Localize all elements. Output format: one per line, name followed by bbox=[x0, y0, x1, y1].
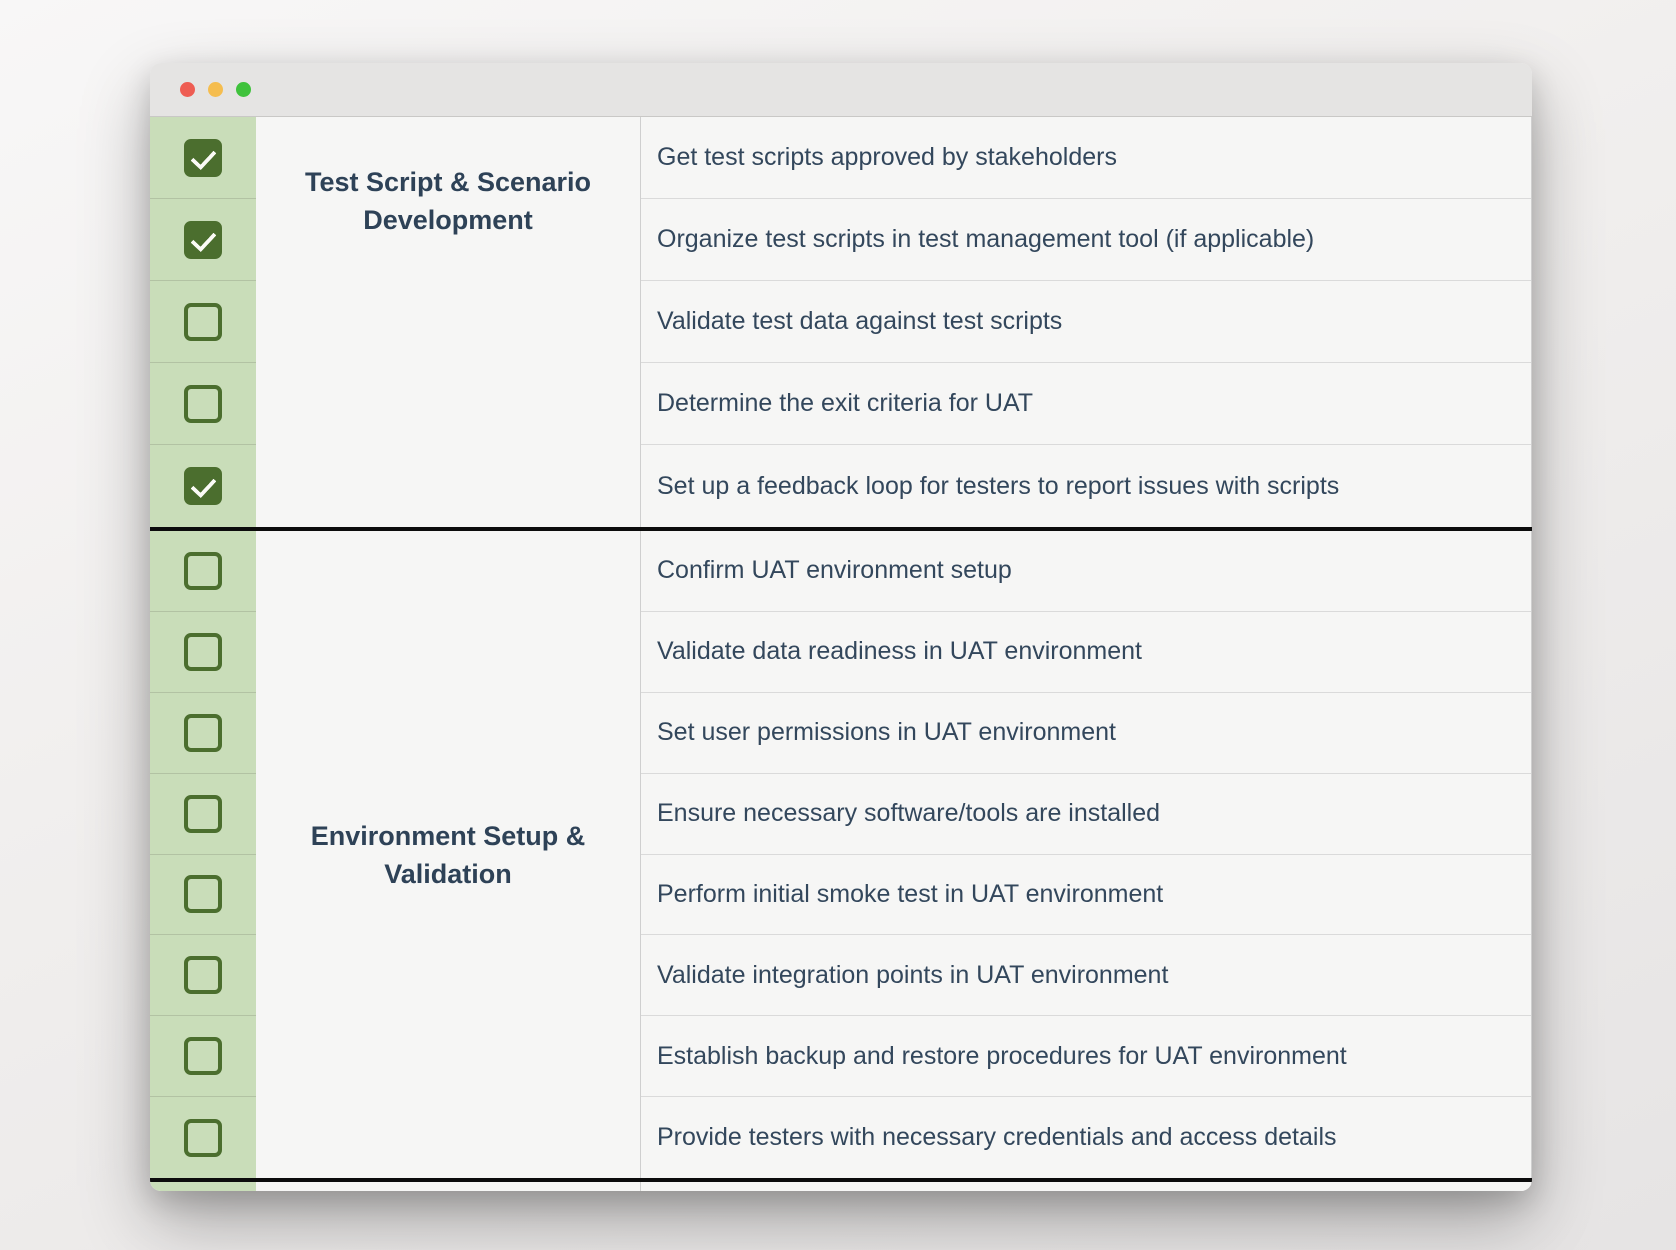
checklist-section-test-script: Test Script & Scenario Development Get t… bbox=[150, 117, 1532, 531]
task-label: Perform initial smoke test in UAT enviro… bbox=[657, 880, 1163, 909]
category-label: Test Script & Scenario Development bbox=[274, 163, 622, 239]
task-row: Validate data readiness in UAT environme… bbox=[641, 612, 1531, 693]
task-row: Set up a feedback loop for testers to re… bbox=[641, 445, 1531, 527]
task-row: Perform initial smoke test in UAT enviro… bbox=[641, 855, 1531, 936]
task-checkbox[interactable] bbox=[184, 385, 222, 423]
task-column: Get test scripts approved by stakeholder… bbox=[641, 117, 1532, 527]
task-label: Set up a feedback loop for testers to re… bbox=[657, 472, 1339, 501]
checkbox-cell bbox=[150, 693, 256, 774]
checkbox-cell bbox=[150, 1097, 256, 1178]
task-label: Confirm UAT environment setup bbox=[657, 556, 1012, 585]
checkbox-cell bbox=[150, 531, 256, 612]
task-checkbox[interactable] bbox=[184, 552, 222, 590]
task-column: Confirm UAT environment setup Validate d… bbox=[641, 531, 1532, 1178]
next-section-partial-row bbox=[150, 1182, 1532, 1191]
checkbox-cell bbox=[150, 281, 256, 363]
close-window-button[interactable] bbox=[180, 82, 195, 97]
checkbox-column bbox=[150, 117, 256, 527]
checkbox-cell bbox=[150, 445, 256, 527]
task-label: Establish backup and restore procedures … bbox=[657, 1042, 1347, 1071]
task-row: Validate test data against test scripts bbox=[641, 281, 1531, 363]
task-row: Organize test scripts in test management… bbox=[641, 199, 1531, 281]
checkbox-cell bbox=[150, 117, 256, 199]
task-label: Organize test scripts in test management… bbox=[657, 225, 1314, 254]
checkbox-cell bbox=[150, 612, 256, 693]
task-label: Set user permissions in UAT environment bbox=[657, 718, 1116, 747]
task-row: Determine the exit criteria for UAT bbox=[641, 363, 1531, 445]
task-checkbox[interactable] bbox=[184, 139, 222, 177]
task-checkbox[interactable] bbox=[184, 875, 222, 913]
category-label: Environment Setup & Validation bbox=[274, 817, 622, 893]
task-column bbox=[641, 1182, 1532, 1191]
checkbox-column bbox=[150, 531, 256, 1178]
task-checkbox[interactable] bbox=[184, 795, 222, 833]
task-row: Confirm UAT environment setup bbox=[641, 531, 1531, 612]
task-label: Determine the exit criteria for UAT bbox=[657, 389, 1033, 418]
desktop-background: Test Script & Scenario Development Get t… bbox=[0, 0, 1676, 1250]
minimize-window-button[interactable] bbox=[208, 82, 223, 97]
task-row: Provide testers with necessary credentia… bbox=[641, 1097, 1531, 1178]
task-label: Get test scripts approved by stakeholder… bbox=[657, 143, 1117, 172]
category-cell: Test Script & Scenario Development bbox=[256, 117, 641, 527]
checkbox-column bbox=[150, 1182, 256, 1191]
category-cell bbox=[256, 1182, 641, 1191]
window-titlebar bbox=[150, 63, 1532, 117]
checkbox-cell bbox=[150, 363, 256, 445]
task-label: Provide testers with necessary credentia… bbox=[657, 1123, 1337, 1152]
task-checkbox[interactable] bbox=[184, 1037, 222, 1075]
checklist-table: Test Script & Scenario Development Get t… bbox=[150, 117, 1532, 1191]
task-checkbox[interactable] bbox=[184, 956, 222, 994]
checkbox-cell bbox=[150, 774, 256, 855]
task-row: Establish backup and restore procedures … bbox=[641, 1016, 1531, 1097]
checklist-window: Test Script & Scenario Development Get t… bbox=[150, 63, 1532, 1191]
task-row: Validate integration points in UAT envir… bbox=[641, 935, 1531, 1016]
task-label: Validate data readiness in UAT environme… bbox=[657, 637, 1142, 666]
task-checkbox[interactable] bbox=[184, 714, 222, 752]
task-checkbox[interactable] bbox=[184, 303, 222, 341]
checkbox-cell bbox=[150, 855, 256, 936]
checkbox-cell bbox=[150, 935, 256, 1016]
task-checkbox[interactable] bbox=[184, 633, 222, 671]
zoom-window-button[interactable] bbox=[236, 82, 251, 97]
category-cell: Environment Setup & Validation bbox=[256, 531, 641, 1178]
task-checkbox[interactable] bbox=[184, 467, 222, 505]
task-label: Ensure necessary software/tools are inst… bbox=[657, 799, 1160, 828]
task-checkbox[interactable] bbox=[184, 1119, 222, 1157]
task-checkbox[interactable] bbox=[184, 221, 222, 259]
checkbox-cell bbox=[150, 1016, 256, 1097]
task-row: Ensure necessary software/tools are inst… bbox=[641, 774, 1531, 855]
checkbox-cell bbox=[150, 199, 256, 281]
task-label: Validate test data against test scripts bbox=[657, 307, 1062, 336]
task-label: Validate integration points in UAT envir… bbox=[657, 961, 1168, 990]
task-row: Get test scripts approved by stakeholder… bbox=[641, 117, 1531, 199]
task-row: Set user permissions in UAT environment bbox=[641, 693, 1531, 774]
checklist-section-environment-setup: Environment Setup & Validation Confirm U… bbox=[150, 531, 1532, 1182]
